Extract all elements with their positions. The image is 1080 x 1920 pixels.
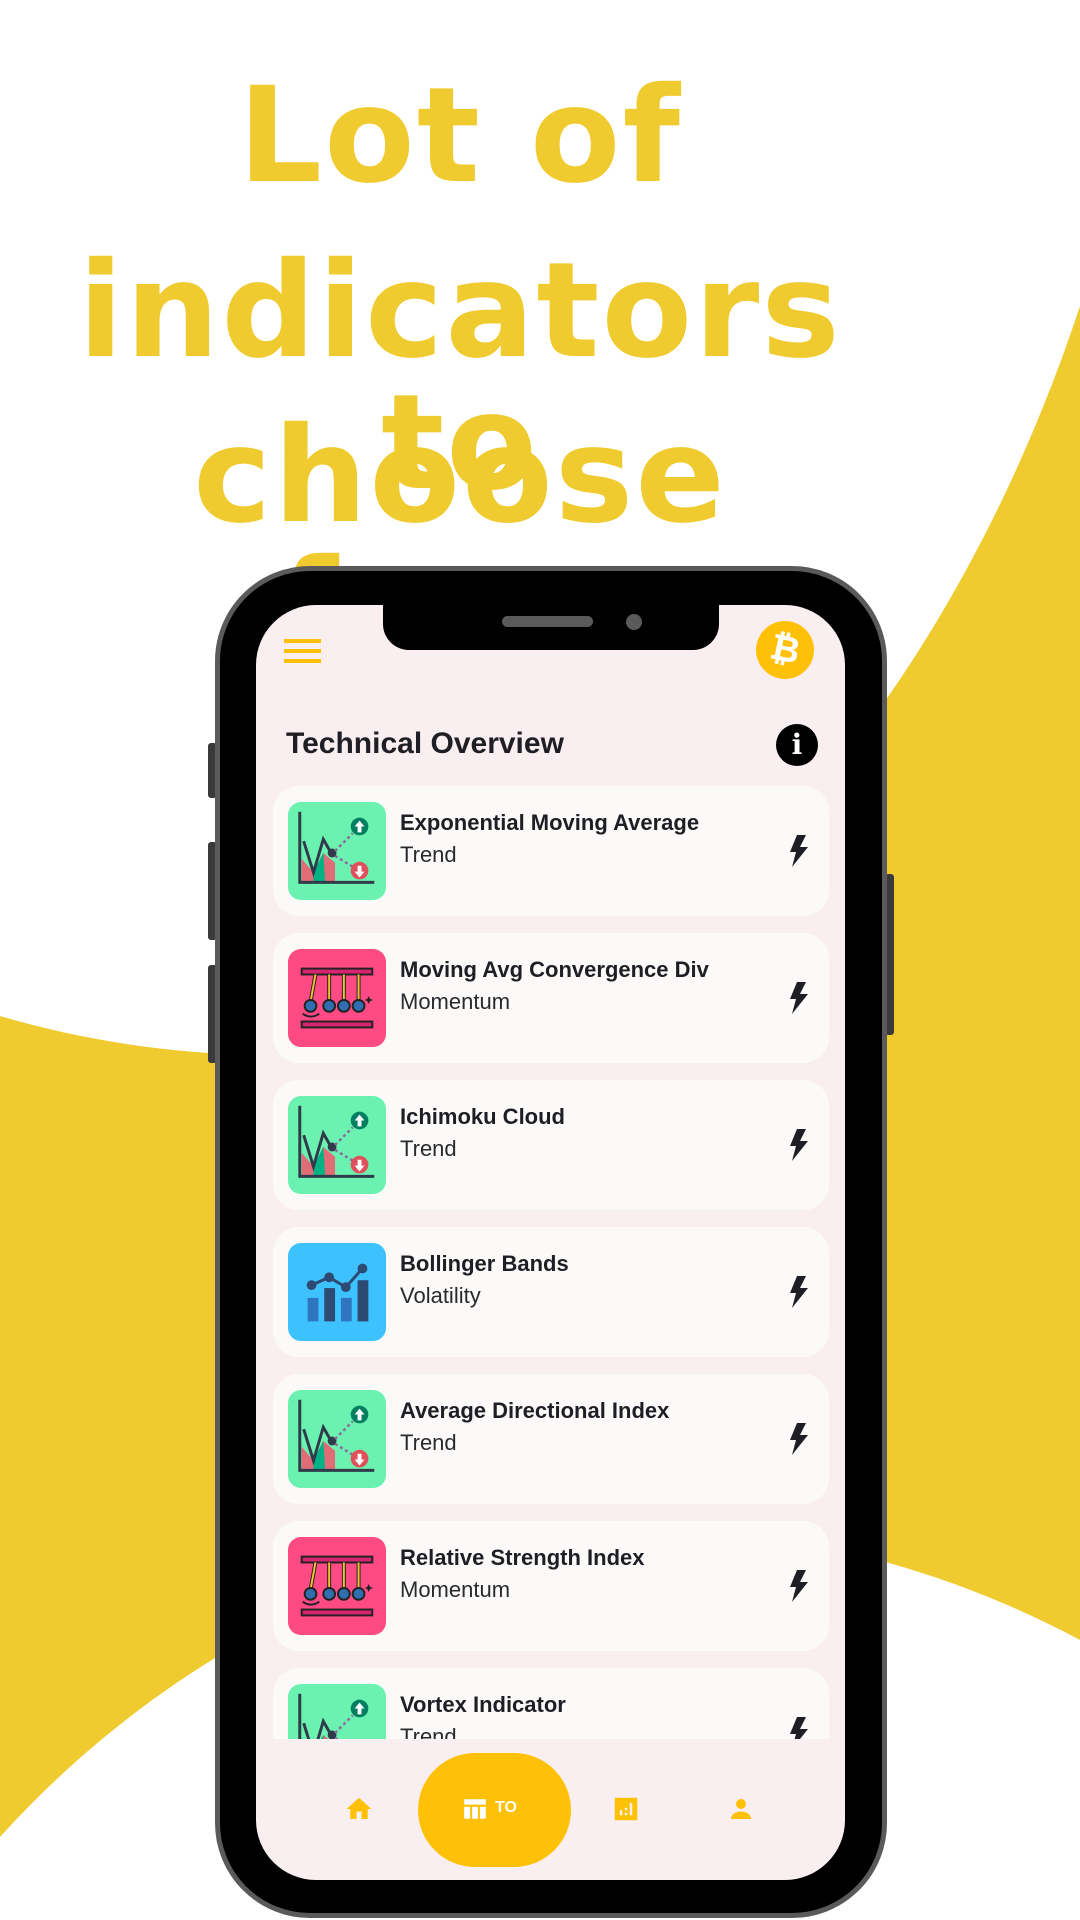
phone-screen: ₿ Technical Overview i Exponential Movin…	[256, 605, 845, 1880]
bolt-icon[interactable]	[788, 1129, 810, 1161]
info-icon[interactable]: i	[776, 724, 818, 766]
momentum-indicator-icon	[288, 949, 386, 1047]
indicator-title: Moving Avg Convergence Div	[400, 957, 709, 982]
indicator-category: Trend	[400, 1724, 457, 1739]
momentum-indicator-icon	[288, 1537, 386, 1635]
bolt-icon[interactable]	[788, 835, 810, 867]
notch	[383, 605, 719, 650]
trend-indicator-icon	[288, 1684, 386, 1739]
chart-icon[interactable]	[611, 1794, 641, 1824]
trend-indicator-icon	[288, 1390, 386, 1488]
indicator-category: Trend	[400, 842, 457, 867]
trend-indicator-icon	[288, 802, 386, 900]
indicator-card[interactable]: Bollinger Bands Volatility	[273, 1227, 829, 1357]
indicator-category: Trend	[400, 1430, 457, 1455]
page-title: Technical Overview	[286, 727, 564, 760]
trend-indicator-icon	[288, 1096, 386, 1194]
indicator-category: Momentum	[400, 989, 511, 1014]
nav-technical-overview-button[interactable]: TO	[418, 1753, 571, 1867]
nav-active-label: TO	[495, 1799, 517, 1816]
bolt-icon[interactable]	[788, 1276, 810, 1308]
indicator-title: Average Directional Index	[400, 1398, 670, 1423]
headline-line-1: Lot of	[238, 59, 682, 213]
indicator-card[interactable]: Exponential Moving Average Trend	[273, 786, 829, 916]
volatility-indicator-icon	[288, 1243, 386, 1341]
indicator-card[interactable]: Ichimoku Cloud Trend	[273, 1080, 829, 1210]
bolt-icon[interactable]	[788, 1717, 810, 1739]
table-icon	[464, 1799, 486, 1819]
indicator-title: Exponential Moving Average	[400, 810, 700, 835]
indicator-card[interactable]: Relative Strength Index Momentum	[273, 1521, 829, 1651]
indicator-title: Ichimoku Cloud	[400, 1104, 565, 1129]
indicator-title: Bollinger Bands	[400, 1251, 569, 1276]
bolt-icon[interactable]	[788, 1570, 810, 1602]
indicator-category: Trend	[400, 1136, 457, 1161]
indicator-list[interactable]: Exponential Moving Average Trend Moving Av…	[256, 786, 845, 1739]
bolt-icon[interactable]	[788, 1423, 810, 1455]
indicator-title: Vortex Indicator	[400, 1692, 566, 1717]
indicator-category: Volatility	[400, 1283, 481, 1308]
indicator-title: Relative Strength Index	[400, 1545, 645, 1570]
bottom-nav: TO	[256, 1739, 845, 1880]
camera	[626, 614, 642, 630]
indicator-card[interactable]: Vortex Indicator Trend	[273, 1668, 829, 1739]
bolt-icon[interactable]	[788, 982, 810, 1014]
indicator-card[interactable]: Average Directional Index Trend	[273, 1374, 829, 1504]
indicator-category: Momentum	[400, 1577, 511, 1602]
home-icon[interactable]	[344, 1794, 374, 1824]
profile-icon[interactable]	[726, 1794, 756, 1824]
speaker	[502, 616, 593, 627]
hamburger-icon[interactable]	[284, 639, 321, 663]
indicator-card[interactable]: Moving Avg Convergence Div Momentum	[273, 933, 829, 1063]
bitcoin-icon[interactable]: ₿	[750, 615, 820, 685]
